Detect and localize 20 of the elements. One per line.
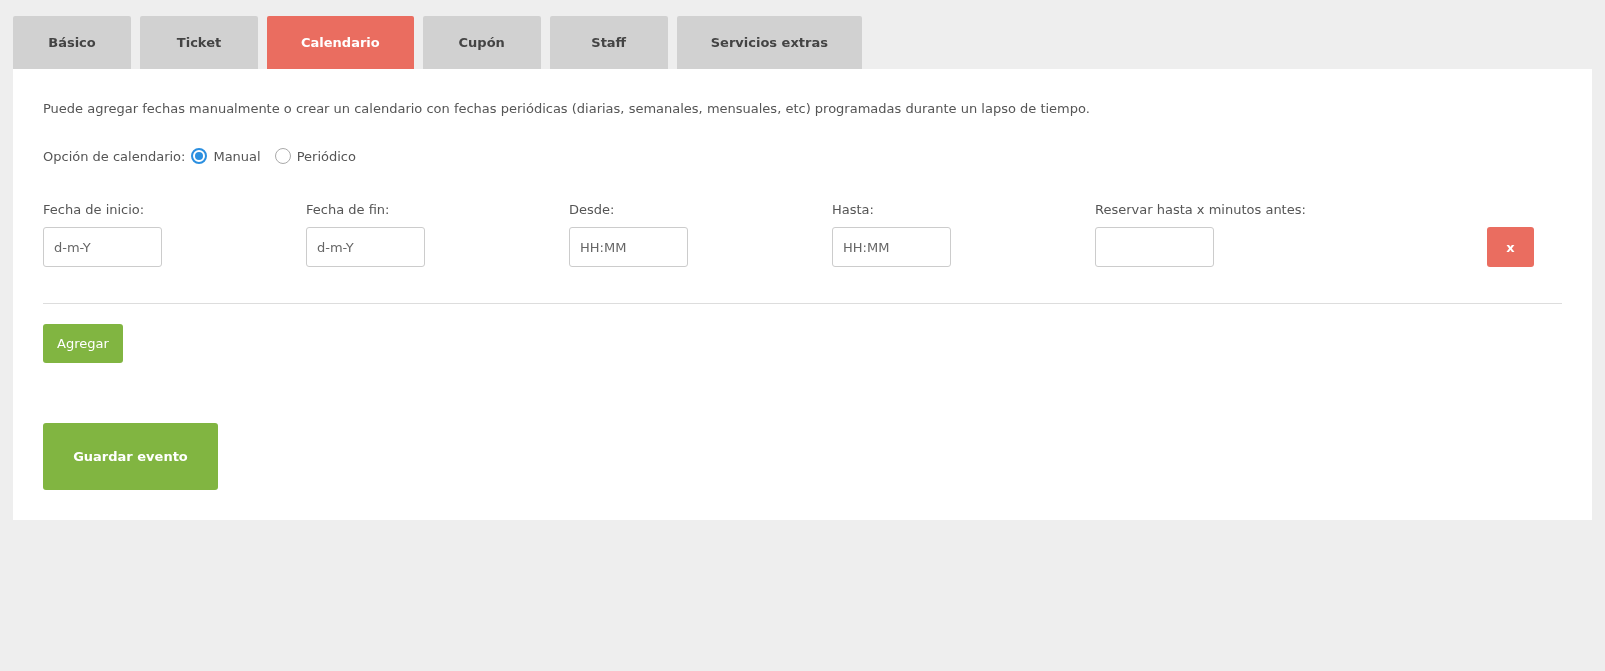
input-field[interactable]: HH:MM (832, 227, 951, 267)
input-field[interactable]: d-m-Y (306, 227, 425, 267)
tab[interactable]: Servicios extras (676, 16, 862, 69)
description-text: Puede agregar fechas manualmente o crear un calendario con fechas periódicas (diarias, semanales, mensuales, etc) programadas durante un lapso de tiempo. (43, 101, 1091, 116)
input-field[interactable]: HH:MM (569, 227, 688, 267)
field-label: Hasta: (832, 202, 875, 217)
radio-button[interactable] (191, 148, 208, 164)
tab[interactable]: Ticket (140, 16, 258, 69)
radio-label[interactable]: Manual (213, 148, 261, 164)
field-label: Fecha de fin: (306, 202, 391, 217)
tab[interactable]: Staff (549, 16, 668, 69)
calendar-option-label: Opción de calendario: (43, 148, 186, 164)
field-label: Fecha de inicio: (43, 202, 146, 217)
field-label: Desde: (569, 202, 616, 217)
tab[interactable]: Básico (13, 16, 131, 69)
input-field[interactable]: d-m-Y (43, 227, 162, 267)
tab[interactable]: Cupón (422, 16, 541, 69)
field-label: Reservar hasta x minutos antes: (1095, 202, 1307, 217)
radio-label[interactable]: Periódico (296, 148, 356, 164)
input-field[interactable] (1095, 227, 1214, 267)
